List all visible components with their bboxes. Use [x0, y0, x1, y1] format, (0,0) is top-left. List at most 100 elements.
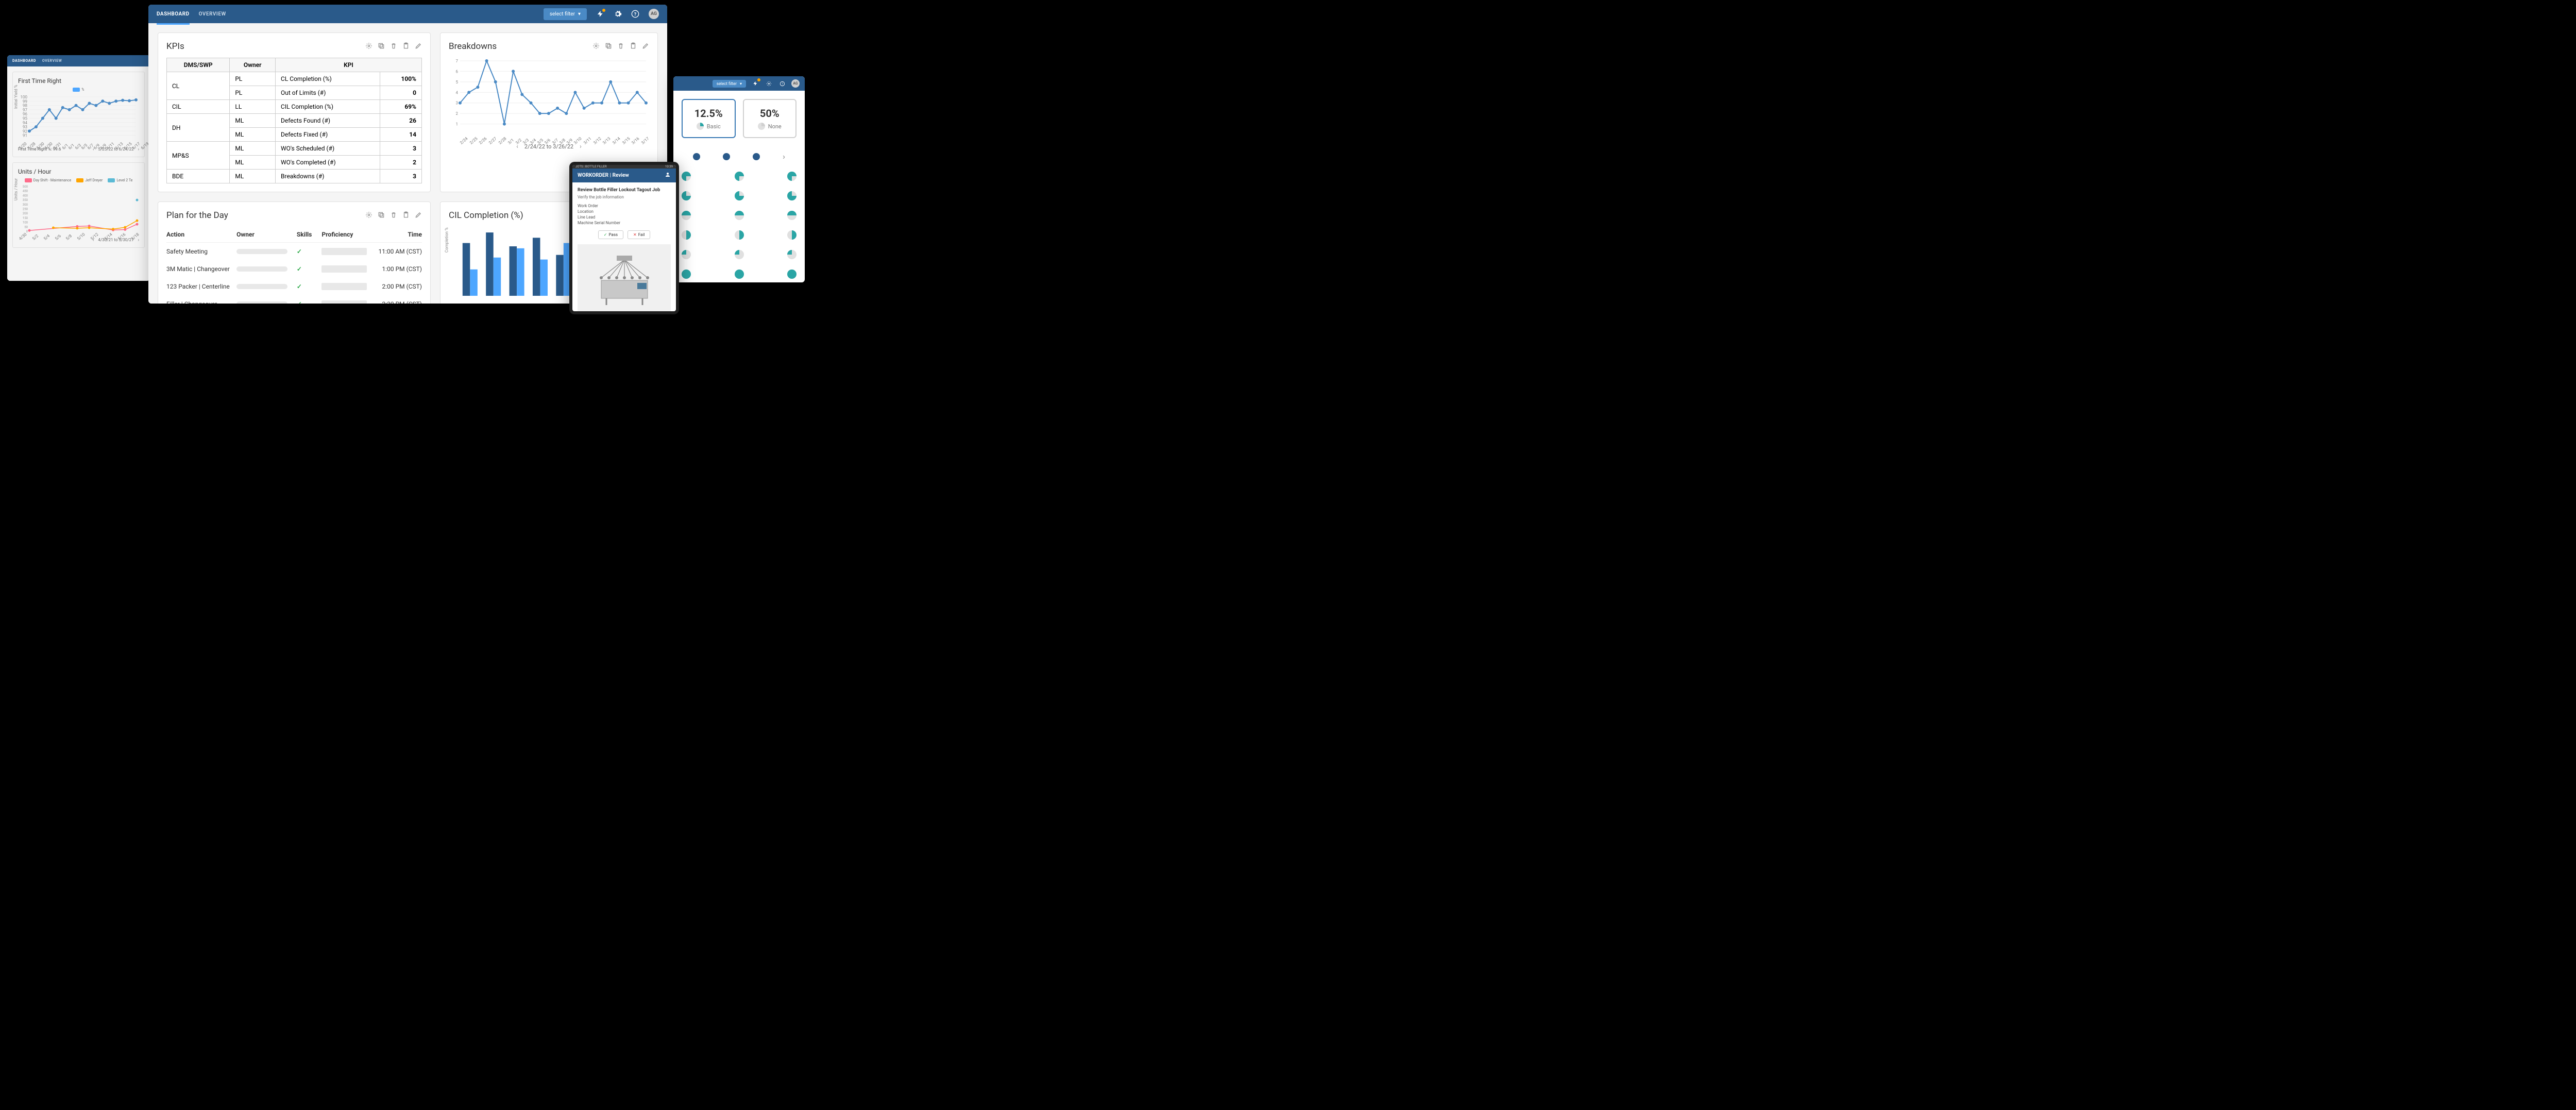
pie-icon[interactable]	[735, 211, 744, 220]
svg-text:?: ?	[634, 11, 637, 17]
window-right-stats: select filter ▾ ? AG 12.5% Basic 50% Non…	[673, 76, 805, 282]
pie-icon[interactable]	[787, 230, 796, 240]
copy-icon[interactable]	[378, 211, 385, 221]
filter-select[interactable]: select filter▾	[544, 8, 587, 20]
svg-text:?: ?	[782, 82, 783, 86]
pie-icon[interactable]	[682, 191, 691, 200]
chevron-right-icon[interactable]: ›	[783, 152, 785, 161]
proficiency-bar	[321, 300, 367, 304]
trash-icon[interactable]	[390, 211, 397, 221]
bolt-icon[interactable]	[751, 79, 759, 88]
svg-text:98: 98	[23, 104, 27, 108]
edit-icon[interactable]	[415, 211, 422, 221]
tab-dashboard[interactable]: DASHBOARD	[157, 5, 190, 25]
pie-icon[interactable]	[735, 250, 744, 259]
svg-text:250: 250	[23, 208, 28, 211]
check-icon: ✓	[297, 265, 322, 273]
avatar[interactable]: AG	[649, 9, 659, 19]
svg-text:6: 6	[456, 69, 459, 74]
dot-icon[interactable]	[753, 153, 760, 160]
pie-icon[interactable]	[735, 230, 744, 240]
user-icon[interactable]	[665, 172, 671, 179]
fail-button[interactable]: ✕Fail	[628, 230, 650, 239]
help-icon[interactable]: ?	[778, 79, 786, 88]
topbar: DASHBOARD OVERVIEW select filter▾ ? AG	[148, 5, 667, 23]
stat-box[interactable]: 50% None	[743, 99, 797, 138]
ftr-line-chart: 919293949596979899100	[18, 94, 139, 143]
window-small-dashboard: DASHBOARD OVERVIEW First Time Right % In…	[7, 55, 150, 281]
card-title: KPIs	[166, 41, 184, 52]
plan-row[interactable]: 123 Packer | Centerline ✓ 2:00 PM (CST)	[166, 278, 422, 295]
avatar[interactable]: AG	[791, 79, 800, 88]
grid-row	[682, 245, 796, 264]
stat-box[interactable]: 12.5% Basic	[682, 99, 736, 138]
dot-icon[interactable]	[693, 153, 700, 160]
edit-icon[interactable]	[642, 42, 649, 52]
gear-icon[interactable]	[365, 211, 372, 221]
pie-icon[interactable]	[682, 211, 691, 220]
clipboard-icon[interactable]	[402, 211, 410, 221]
pie-icon[interactable]	[787, 211, 796, 220]
pie-icon[interactable]	[682, 172, 691, 181]
gear-icon[interactable]	[365, 42, 372, 52]
pie-icon[interactable]	[682, 230, 691, 240]
tablet-field-label: Line Lead	[578, 215, 671, 220]
svg-text:5: 5	[456, 80, 459, 85]
gear-icon[interactable]	[614, 10, 622, 18]
tablet-header: WORKORDER | Review	[572, 169, 676, 182]
svg-text:200: 200	[23, 212, 28, 215]
svg-text:93: 93	[23, 125, 27, 129]
tab-dashboard[interactable]: DASHBOARD	[12, 59, 36, 63]
topbar: DASHBOARD OVERVIEW	[7, 55, 150, 66]
clipboard-icon[interactable]	[630, 42, 637, 52]
check-icon: ✓	[297, 283, 322, 290]
copy-icon[interactable]	[605, 42, 612, 52]
filter-select[interactable]: select filter ▾	[713, 80, 746, 88]
plan-row[interactable]: Filler | Changeover ✓ 2:30 PM (CST)	[166, 295, 422, 304]
grid-row	[682, 166, 796, 186]
gear-icon[interactable]	[592, 42, 600, 52]
bolt-icon[interactable]	[596, 10, 604, 18]
clipboard-icon[interactable]	[402, 42, 410, 52]
tablet-subtitle: Verify the job information	[578, 195, 671, 199]
svg-text:7: 7	[456, 59, 459, 63]
pie-icon[interactable]	[735, 191, 744, 200]
table-row: BDEMLBreakdowns (#)3	[167, 170, 422, 183]
pie-icon[interactable]	[787, 250, 796, 259]
svg-text:4: 4	[456, 90, 459, 95]
trash-icon[interactable]	[617, 42, 624, 52]
owner-bar	[236, 266, 287, 272]
copy-icon[interactable]	[378, 42, 385, 52]
card-title: First Time Right	[18, 77, 139, 85]
pie-icon[interactable]	[735, 172, 744, 181]
card-kpis: KPIs DMS/SWP Owner KPI CLPLCL Completion…	[158, 32, 431, 192]
card-units-per-hour: Units / Hour Day Shift - MaintenanceJeff…	[12, 162, 145, 248]
check-icon: ✓	[297, 300, 322, 304]
pie-icon[interactable]	[682, 270, 691, 279]
svg-text:3: 3	[456, 101, 459, 106]
svg-text:0: 0	[26, 230, 28, 233]
proficiency-bar	[321, 283, 367, 290]
pie-icon[interactable]	[787, 191, 796, 200]
trash-icon[interactable]	[390, 42, 397, 52]
help-icon[interactable]: ?	[631, 10, 639, 18]
table-row: CILLLCIL Completion (%)69%	[167, 100, 422, 114]
pass-button[interactable]: ✓Pass	[598, 230, 623, 239]
machine-image	[578, 244, 671, 311]
edit-icon[interactable]	[415, 42, 422, 52]
table-row: MP&SMLWO's Scheduled (#)3	[167, 142, 422, 156]
plan-row[interactable]: 3M Matic | Changeover ✓ 1:00 PM (CST)	[166, 260, 422, 278]
plan-row[interactable]: Safety Meeting ✓ 11:00 AM (CST)	[166, 243, 422, 260]
card-title: Breakdowns	[449, 41, 497, 52]
tab-overview[interactable]: OVERVIEW	[42, 59, 62, 63]
gear-icon[interactable]	[765, 79, 773, 88]
pie-icon[interactable]	[787, 270, 796, 279]
pie-icon[interactable]	[735, 270, 744, 279]
svg-text:97: 97	[23, 108, 27, 112]
card-title: CIL Completion (%)	[449, 210, 523, 221]
pie-icon[interactable]	[787, 172, 796, 181]
dot-icon[interactable]	[723, 153, 730, 160]
card-title: Units / Hour	[18, 168, 139, 175]
tab-overview[interactable]: OVERVIEW	[199, 5, 226, 23]
pie-icon[interactable]	[682, 250, 691, 259]
